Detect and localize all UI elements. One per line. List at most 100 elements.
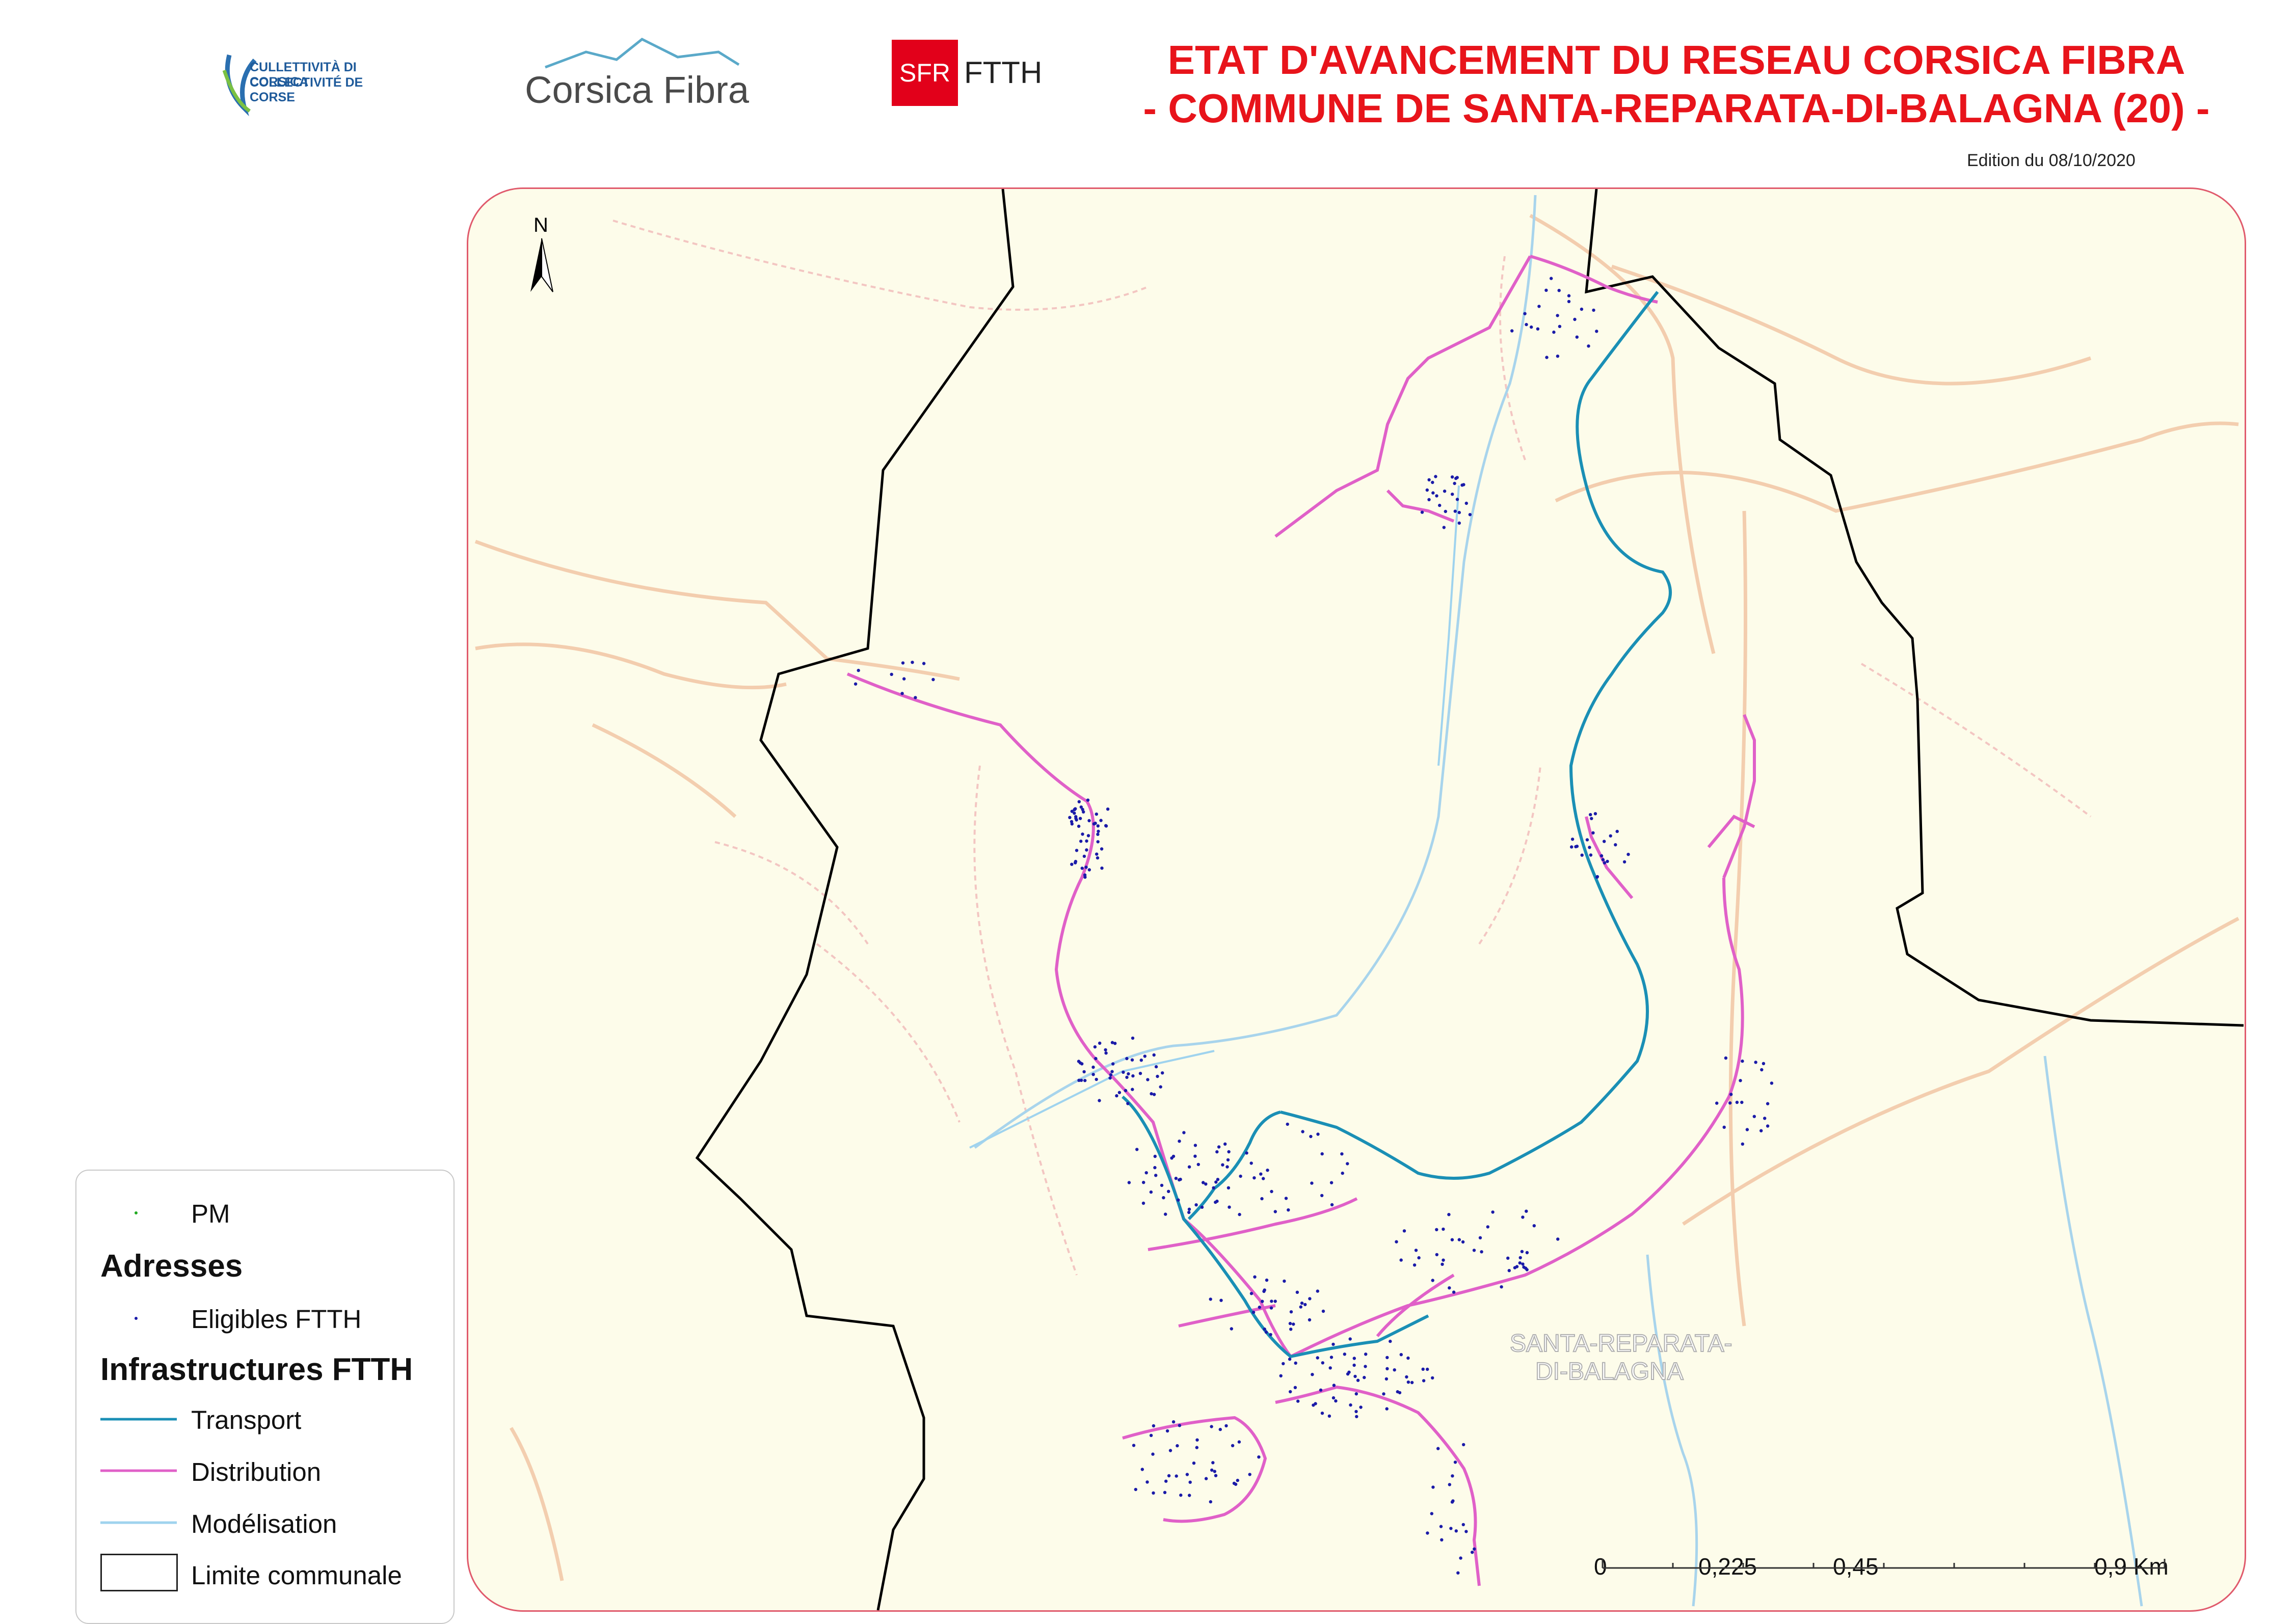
address-dot [1740,1100,1744,1104]
address-dot [1622,860,1627,864]
address-dot [1252,1176,1256,1180]
address-dot [1552,330,1556,334]
address-dot [1402,1229,1406,1233]
address-dot [1567,300,1571,304]
address-dot [1175,1474,1178,1478]
address-dot [1320,1152,1324,1156]
address-dot [1213,1470,1216,1473]
address-dot [1083,875,1087,879]
address-dot [1589,813,1592,817]
address-dot [1258,1306,1261,1309]
address-dot [1289,1328,1293,1331]
address-dot [1068,816,1072,820]
address-dot [1187,1210,1191,1214]
address-dot [1347,1370,1351,1374]
address-dot [1741,1142,1744,1146]
address-dot [1741,1059,1744,1063]
address-dot [1095,813,1098,816]
address-dot [1249,1161,1253,1165]
address-dot [1609,834,1612,838]
address-dot [1506,1256,1510,1260]
corsica-fibra-logo: Corsica Fibra [515,37,759,113]
address-dot [1491,1210,1495,1214]
address-dot [1515,1265,1519,1268]
address-dot [1457,1238,1461,1241]
address-dot [1545,356,1549,359]
address-dot [1082,1070,1086,1074]
address-dot [1230,1327,1233,1331]
address-dot [1451,1474,1454,1478]
address-dot [1438,503,1442,507]
address-dot [1406,1381,1410,1384]
limite-communale [695,189,2244,1610]
address-dot [1436,1447,1440,1450]
address-dot [1226,1158,1230,1162]
address-dot [1327,1414,1331,1418]
address-dot [1150,1092,1153,1096]
address-dot [1209,1500,1212,1504]
map-frame[interactable]: SANTA-REPARATA- DI-BALAGNA N [467,187,2246,1612]
address-dot [1316,1289,1319,1293]
sfr-ftth-logo: SFR FTTH [892,40,1045,106]
address-dot [1464,1530,1468,1533]
address-dot [1138,1072,1142,1075]
address-dot [1153,1154,1157,1158]
address-dot [1331,1342,1335,1346]
place-label: SANTA-REPARATA- DI-BALAGNA [1509,1330,1732,1386]
address-dot [1204,1477,1208,1480]
address-dot [1329,1356,1334,1359]
address-dot [1478,1236,1482,1239]
address-dot [1420,510,1424,514]
address-dot [1348,1337,1352,1341]
background-roads [474,213,2239,1581]
address-dot [1096,856,1100,860]
address-dot [1557,289,1561,292]
address-dot [1715,1101,1719,1105]
address-dot [1615,829,1619,833]
map-canvas[interactable]: SANTA-REPARATA- DI-BALAGNA N [468,189,2245,1610]
address-dot [1590,817,1593,821]
address-dot [1171,1154,1176,1158]
address-dot [1210,1468,1214,1472]
scale-bar [1602,1559,2166,1569]
address-dot [1434,475,1437,478]
address-dot [1385,1367,1389,1370]
address-dot [1473,1547,1476,1551]
address-dot [1269,1333,1272,1337]
north-arrow-icon: N [530,214,553,292]
address-dot [1447,1213,1451,1216]
address-dot [1125,1075,1129,1079]
address-dot [1556,355,1560,358]
edition-date: Edition du 08/10/2020 [1967,151,2136,170]
address-dot [1182,1131,1186,1134]
address-dot [900,692,904,695]
address-dot [1214,1200,1217,1204]
address-dot [1153,1166,1157,1170]
pm-dot-icon [135,1211,138,1214]
address-dot [1154,1065,1158,1069]
collectivite-line2: COLLECTIVITÉ DE CORSE [250,75,363,104]
address-dot [1070,822,1074,826]
address-dot [1209,1297,1212,1301]
address-dot [1100,867,1104,870]
address-dot [1385,1407,1389,1411]
address-dot [1334,1399,1338,1403]
address-dot [1279,1374,1283,1377]
address-dot [1221,1163,1224,1167]
address-dot [1176,1444,1179,1448]
address-dot [1160,1183,1164,1187]
sfr-badge: SFR [892,40,958,106]
address-dot [1164,1479,1168,1483]
address-dot [1225,1165,1229,1169]
distribution-line-icon [100,1469,177,1472]
address-dot [1398,1391,1402,1395]
address-dot [1094,1057,1098,1061]
legend-eligibles: Eligibles FTTH [191,1305,362,1334]
address-dot [1580,307,1584,311]
address-dot [1200,1205,1204,1209]
address-dot [1309,1134,1313,1139]
address-dot [1152,1491,1155,1495]
address-dot [1556,314,1559,317]
address-dot [1364,1365,1367,1368]
address-dot [1454,476,1458,480]
